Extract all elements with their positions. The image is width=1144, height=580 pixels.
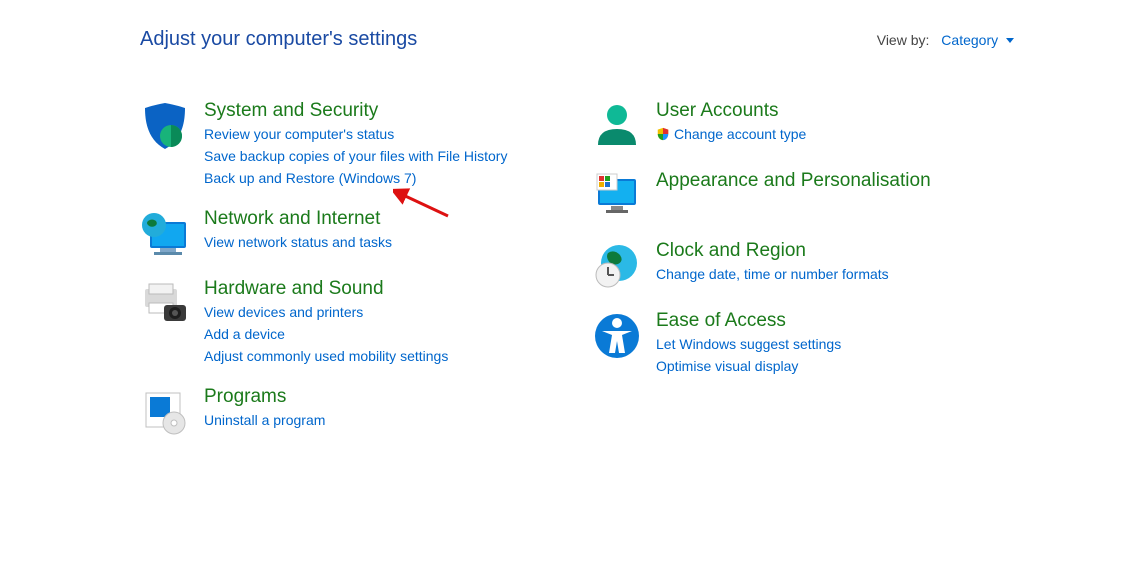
- link-mobility-settings[interactable]: Adjust commonly used mobility settings: [204, 345, 562, 367]
- appearance-monitor-icon: [592, 169, 656, 221]
- category-title[interactable]: Programs: [204, 385, 562, 409]
- header: Adjust your computer's settings View by:…: [140, 28, 1014, 51]
- link-backup-restore[interactable]: Back up and Restore (Windows 7): [204, 167, 562, 189]
- printer-camera-icon: [140, 277, 204, 367]
- ease-of-access-icon: [592, 309, 656, 377]
- link-review-status[interactable]: Review your computer's status: [204, 123, 562, 145]
- category-title[interactable]: Clock and Region: [656, 239, 1014, 263]
- category-title[interactable]: System and Security: [204, 99, 562, 123]
- link-add-device[interactable]: Add a device: [204, 323, 562, 345]
- category-system-and-security: System and Security Review your computer…: [140, 99, 562, 189]
- view-by-control: View by: Category: [877, 32, 1014, 48]
- link-devices-printers[interactable]: View devices and printers: [204, 301, 562, 323]
- programs-disc-icon: [140, 385, 204, 437]
- link-change-account-type[interactable]: Change account type: [656, 123, 1014, 145]
- category-title[interactable]: Network and Internet: [204, 207, 562, 231]
- user-accounts-icon: [592, 99, 656, 151]
- security-shield-icon: [140, 99, 204, 189]
- link-network-status[interactable]: View network status and tasks: [204, 231, 562, 253]
- link-file-history[interactable]: Save backup copies of your files with Fi…: [204, 145, 562, 167]
- category-programs: Programs Uninstall a program: [140, 385, 562, 437]
- link-optimise-display[interactable]: Optimise visual display: [656, 355, 1014, 377]
- category-user-accounts: User Accounts Change account type: [592, 99, 1014, 151]
- category-ease-of-access: Ease of Access Let Windows suggest setti…: [592, 309, 1014, 377]
- category-clock-region: Clock and Region Change date, time or nu…: [592, 239, 1014, 291]
- viewby-label: View by:: [877, 32, 930, 48]
- link-date-time-formats[interactable]: Change date, time or number formats: [656, 263, 1014, 285]
- clock-globe-icon: [592, 239, 656, 291]
- uac-shield-icon: [656, 127, 670, 141]
- category-title[interactable]: User Accounts: [656, 99, 1014, 123]
- chevron-down-icon: [1006, 38, 1014, 43]
- viewby-value: Category: [941, 32, 998, 48]
- category-network-and-internet: Network and Internet View network status…: [140, 207, 562, 259]
- viewby-selector[interactable]: Category: [941, 32, 1014, 48]
- link-windows-suggest[interactable]: Let Windows suggest settings: [656, 333, 1014, 355]
- category-title[interactable]: Appearance and Personalisation: [656, 169, 1014, 193]
- link-text: Change account type: [674, 123, 806, 145]
- category-title[interactable]: Ease of Access: [656, 309, 1014, 333]
- network-globe-icon: [140, 207, 204, 259]
- category-title[interactable]: Hardware and Sound: [204, 277, 562, 301]
- page-title: Adjust your computer's settings: [140, 28, 417, 51]
- category-hardware-and-sound: Hardware and Sound View devices and prin…: [140, 277, 562, 367]
- category-appearance: Appearance and Personalisation: [592, 169, 1014, 221]
- link-uninstall-program[interactable]: Uninstall a program: [204, 409, 562, 431]
